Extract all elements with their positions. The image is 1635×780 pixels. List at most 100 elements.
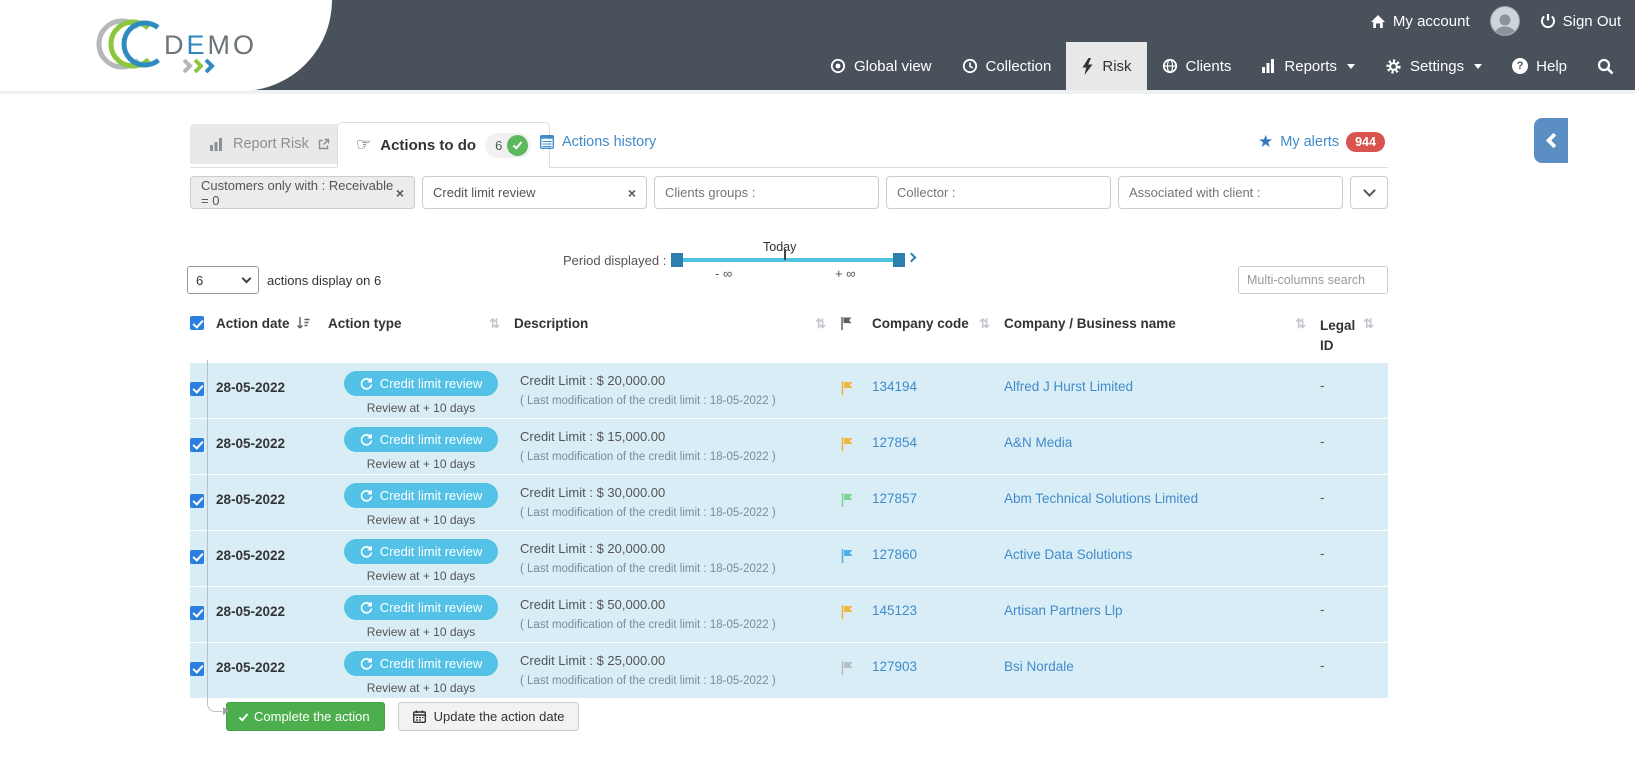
sort-icon[interactable]: ⇅ (1363, 316, 1374, 336)
actions-timeline (207, 360, 222, 712)
tab-actions-to-do[interactable]: ☞ Actions to do 6 (337, 122, 550, 168)
credit-limit-review-button[interactable]: Credit limit review (344, 539, 499, 564)
nav-search[interactable] (1582, 42, 1629, 90)
last-modification-text: ( Last modification of the credit limit … (520, 451, 840, 463)
search-icon (1597, 58, 1614, 75)
sort-icon[interactable]: ⇅ (489, 316, 500, 332)
gear-icon (1385, 58, 1402, 75)
col-company-code: Company code (872, 316, 969, 331)
filter-chip-receivable[interactable]: Customers only with : Receivable = 0 × (190, 176, 415, 209)
company-code-link[interactable]: 127857 (872, 491, 917, 506)
flag-icon[interactable] (840, 548, 872, 564)
global-view-icon (830, 58, 846, 74)
company-name-link[interactable]: A&N Media (1004, 435, 1072, 450)
more-filters-button[interactable] (1350, 176, 1388, 209)
remove-filter-icon[interactable]: × (396, 185, 404, 201)
period-start-handle[interactable] (671, 253, 683, 267)
review-note: Review at + 10 days (367, 569, 475, 583)
sort-active-icon[interactable] (296, 316, 310, 330)
flag-icon[interactable] (840, 436, 872, 452)
nav-clients[interactable]: Clients (1147, 42, 1247, 90)
credit-limit-review-button[interactable]: Credit limit review (344, 483, 499, 508)
page-size-value: 6 (196, 273, 203, 288)
nav-help[interactable]: ? Help (1497, 42, 1582, 90)
tab-report-risk[interactable]: Report Risk (190, 124, 350, 164)
action-date: 28-05-2022 (216, 363, 328, 418)
logo-arcs-icon: DEMO (92, 14, 282, 78)
nav-reports[interactable]: Reports (1246, 42, 1370, 90)
table-row: 28-05-2022 Credit limit review Review at… (190, 475, 1388, 530)
collector-input[interactable] (886, 176, 1111, 209)
company-name-link[interactable]: Artisan Partners Llp (1004, 603, 1123, 618)
actions-count: 6 (495, 138, 502, 153)
company-name-link[interactable]: Active Data Solutions (1004, 547, 1132, 562)
credit-limit-text: Credit Limit : $ 25,000.00 (520, 653, 840, 668)
logo[interactable]: DEMO (92, 14, 282, 78)
complete-action-button[interactable]: Complete the action (226, 702, 385, 731)
action-date: 28-05-2022 (216, 643, 328, 698)
my-account-label: My account (1393, 13, 1470, 30)
tabs-bar: Report Risk ☞ Actions to do 6 Actions hi… (190, 122, 1388, 168)
table-row: 28-05-2022 Credit limit review Review at… (190, 643, 1388, 698)
sort-icon[interactable]: ⇅ (1295, 316, 1306, 332)
company-code-link[interactable]: 145123 (872, 603, 917, 618)
credit-limit-review-button[interactable]: Credit limit review (344, 371, 499, 396)
collapse-panel-toggle[interactable] (1534, 118, 1568, 163)
row-checkbox[interactable] (190, 382, 204, 396)
tab-actions-history-label: Actions history (562, 134, 656, 150)
flag-icon[interactable] (840, 380, 872, 396)
row-checkbox[interactable] (190, 662, 204, 676)
clients-groups-input[interactable] (654, 176, 879, 209)
multi-columns-search-input[interactable] (1238, 266, 1388, 294)
col-legal-id-line2: ID (1320, 338, 1334, 353)
row-checkbox[interactable] (190, 438, 204, 452)
avatar[interactable] (1490, 6, 1520, 36)
remove-filter-icon[interactable]: × (628, 185, 636, 201)
flag-icon[interactable] (840, 660, 872, 676)
sign-out-link[interactable]: Sign Out (1540, 13, 1621, 30)
main-navigation: Global view Collection Risk Clients Repo… (815, 42, 1629, 90)
company-code-link[interactable]: 127903 (872, 659, 917, 674)
company-name-link[interactable]: Bsi Nordale (1004, 659, 1074, 674)
flag-icon[interactable] (840, 604, 872, 620)
company-code-link[interactable]: 127860 (872, 547, 917, 562)
my-alerts-link[interactable]: ★ My alerts 944 (1258, 132, 1385, 152)
company-code-link[interactable]: 134194 (872, 379, 917, 394)
nav-settings[interactable]: Settings (1370, 42, 1497, 90)
row-checkbox[interactable] (190, 606, 204, 620)
nav-global-view[interactable]: Global view (815, 42, 947, 90)
sort-icon[interactable]: ⇅ (815, 316, 826, 332)
credit-limit-review-button[interactable]: Credit limit review (344, 651, 499, 676)
update-action-date-button[interactable]: Update the action date (398, 702, 580, 731)
col-legal-id-line1: Legal (1320, 316, 1355, 336)
period-max-label: + ∞ (835, 266, 855, 281)
nav-collection[interactable]: Collection (947, 42, 1067, 90)
refresh-icon (360, 657, 373, 670)
period-slider-track[interactable] (672, 258, 905, 262)
nav-risk[interactable]: Risk (1066, 42, 1146, 90)
associated-client-input[interactable] (1118, 176, 1343, 209)
my-account-link[interactable]: My account (1370, 13, 1470, 30)
company-name-link[interactable]: Alfred J Hurst Limited (1004, 379, 1133, 394)
period-slider: Period displayed : Today - ∞ + ∞ (563, 238, 923, 284)
select-all-checkbox[interactable] (190, 316, 204, 330)
page-size-select[interactable]: 6 (187, 266, 259, 294)
row-checkbox[interactable] (190, 494, 204, 508)
credit-limit-review-button[interactable]: Credit limit review (344, 595, 499, 620)
review-note: Review at + 10 days (367, 457, 475, 471)
table-row: 28-05-2022 Credit limit review Review at… (190, 587, 1388, 642)
sort-icon[interactable]: ⇅ (979, 316, 990, 332)
home-icon (1370, 14, 1386, 29)
credit-limit-text: Credit Limit : $ 15,000.00 (520, 429, 840, 444)
company-name-link[interactable]: Abm Technical Solutions Limited (1004, 491, 1198, 506)
row-checkbox[interactable] (190, 550, 204, 564)
tab-actions-history[interactable]: Actions history (540, 134, 656, 150)
period-end-handle[interactable] (893, 253, 905, 267)
refresh-icon (360, 433, 373, 446)
filter-chip-credit-limit-review[interactable]: Credit limit review × (422, 176, 647, 209)
company-code-link[interactable]: 127854 (872, 435, 917, 450)
flag-icon[interactable] (840, 492, 872, 508)
credit-limit-review-button[interactable]: Credit limit review (344, 427, 499, 452)
credit-limit-text: Credit Limit : $ 20,000.00 (520, 541, 840, 556)
last-modification-text: ( Last modification of the credit limit … (520, 563, 840, 575)
